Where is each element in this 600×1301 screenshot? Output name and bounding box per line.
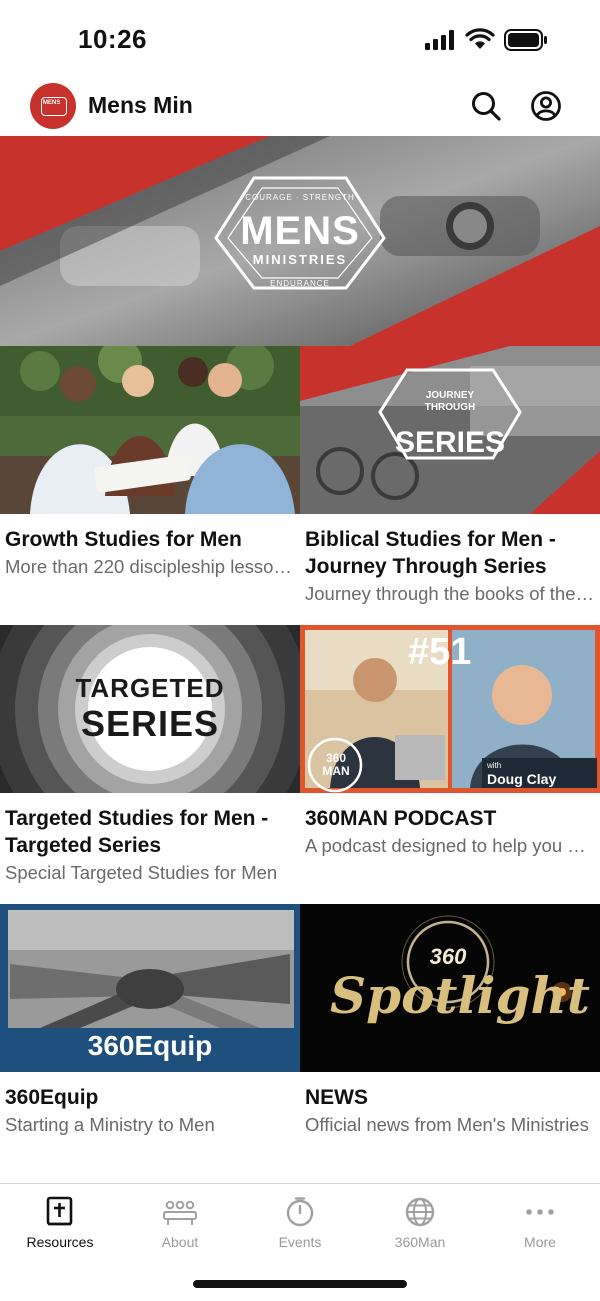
- card-title: NEWS: [305, 1086, 368, 1109]
- card-image: 360Equip: [0, 904, 300, 1072]
- cellular-signal-icon: [425, 30, 454, 50]
- card-subtitle: Journey through the books of the Bible: [305, 583, 595, 604]
- card-growth-studies[interactable]: Growth Studies for Men More than 220 dis…: [0, 346, 300, 579]
- hero-banner[interactable]: COURAGE · STRENGTH MENS MINISTRIES ENDUR…: [0, 136, 600, 346]
- account-icon[interactable]: [530, 90, 562, 122]
- tab-more[interactable]: More: [480, 1192, 600, 1252]
- app-title: Mens Min: [88, 92, 193, 118]
- tab-label: Resources: [26, 1234, 94, 1250]
- more-dots-icon: [526, 1209, 554, 1215]
- card-subtitle: More than 220 discipleship lessons for m…: [5, 556, 295, 577]
- clock-icon: [286, 1197, 314, 1227]
- card-image: JOURNEY THROUGH SERIES: [300, 346, 600, 514]
- home-indicator[interactable]: [193, 1280, 407, 1288]
- hero-logo-main: MENS: [240, 209, 360, 253]
- card-360man-podcast[interactable]: #51 360 MAN with Doug Clay 360MAN PODCAS…: [300, 625, 600, 858]
- status-bar: 10:26: [0, 0, 600, 80]
- card-image-text-line1: TARGETED: [75, 673, 225, 703]
- app-logo[interactable]: MENS: [30, 83, 76, 129]
- card-image-text-line2: SERIES: [80, 703, 220, 744]
- card-title: Growth Studies for Men: [5, 528, 242, 551]
- card-image-script: Spotlight: [330, 966, 590, 1025]
- tab-events[interactable]: Events: [240, 1192, 360, 1252]
- men-studying-photo: [0, 346, 300, 514]
- group-icon: [163, 1200, 197, 1225]
- globe-icon: [405, 1197, 435, 1227]
- battery-icon: [504, 29, 547, 51]
- card-title: 360MAN PODCAST: [305, 807, 497, 830]
- card-subtitle: A podcast designed to help you grow: [305, 835, 595, 856]
- status-time: 10:26: [78, 24, 147, 54]
- tab-label: About: [161, 1234, 199, 1250]
- tab-label: Events: [278, 1234, 322, 1250]
- card-image-text-main: SERIES: [394, 426, 506, 459]
- card-targeted-studies[interactable]: TARGETED SERIES Targeted Studies for Men…: [0, 625, 300, 885]
- hero-logo-top: COURAGE · STRENGTH: [245, 193, 355, 202]
- tab-resources[interactable]: Resources: [0, 1192, 120, 1252]
- tab-label: 360Man: [394, 1234, 446, 1250]
- card-image: [0, 346, 300, 514]
- card-image-text-top: JOURNEY THROUGH: [424, 390, 476, 413]
- card-title: Biblical Studies for Men - Journey Throu…: [305, 528, 556, 578]
- hero-logo-sub: MINISTRIES: [252, 252, 348, 267]
- wifi-icon: [465, 28, 495, 49]
- card-image: 360 Spotlight: [300, 904, 600, 1072]
- bible-icon: [46, 1196, 73, 1226]
- card-image: TARGETED SERIES: [0, 625, 300, 793]
- card-360equip[interactable]: 360Equip 360Equip Starting a Ministry to…: [0, 904, 300, 1137]
- search-icon[interactable]: [470, 90, 502, 122]
- card-news[interactable]: 360 Spotlight NEWS Official news from Me…: [300, 904, 600, 1137]
- card-image-episode: #51: [408, 631, 472, 673]
- card-subtitle: Starting a Ministry to Men: [5, 1114, 215, 1135]
- card-image-guest: Doug Clay: [487, 771, 557, 787]
- card-image-badge: 360 MAN: [322, 751, 350, 778]
- app-logo-text: MENS: [43, 100, 61, 106]
- card-biblical-studies[interactable]: JOURNEY THROUGH SERIES Biblical Studies …: [300, 346, 600, 606]
- card-image-with: with: [487, 761, 502, 770]
- card-image: #51 360 MAN with Doug Clay: [300, 625, 600, 793]
- card-title: 360Equip: [5, 1086, 99, 1109]
- card-subtitle: Special Targeted Studies for Men: [5, 862, 278, 883]
- tab-about[interactable]: About: [120, 1192, 240, 1252]
- tab-360man[interactable]: 360Man: [360, 1192, 480, 1252]
- tab-label: More: [524, 1234, 556, 1250]
- card-title: Targeted Studies for Men - Targeted Seri…: [5, 807, 269, 857]
- app-header: MENS Mens Min: [0, 80, 600, 136]
- card-subtitle: Official news from Men's Ministries: [305, 1114, 589, 1135]
- card-image-caption: 360Equip: [87, 1030, 213, 1061]
- hero-logo-bottom: ENDURANCE: [270, 279, 330, 288]
